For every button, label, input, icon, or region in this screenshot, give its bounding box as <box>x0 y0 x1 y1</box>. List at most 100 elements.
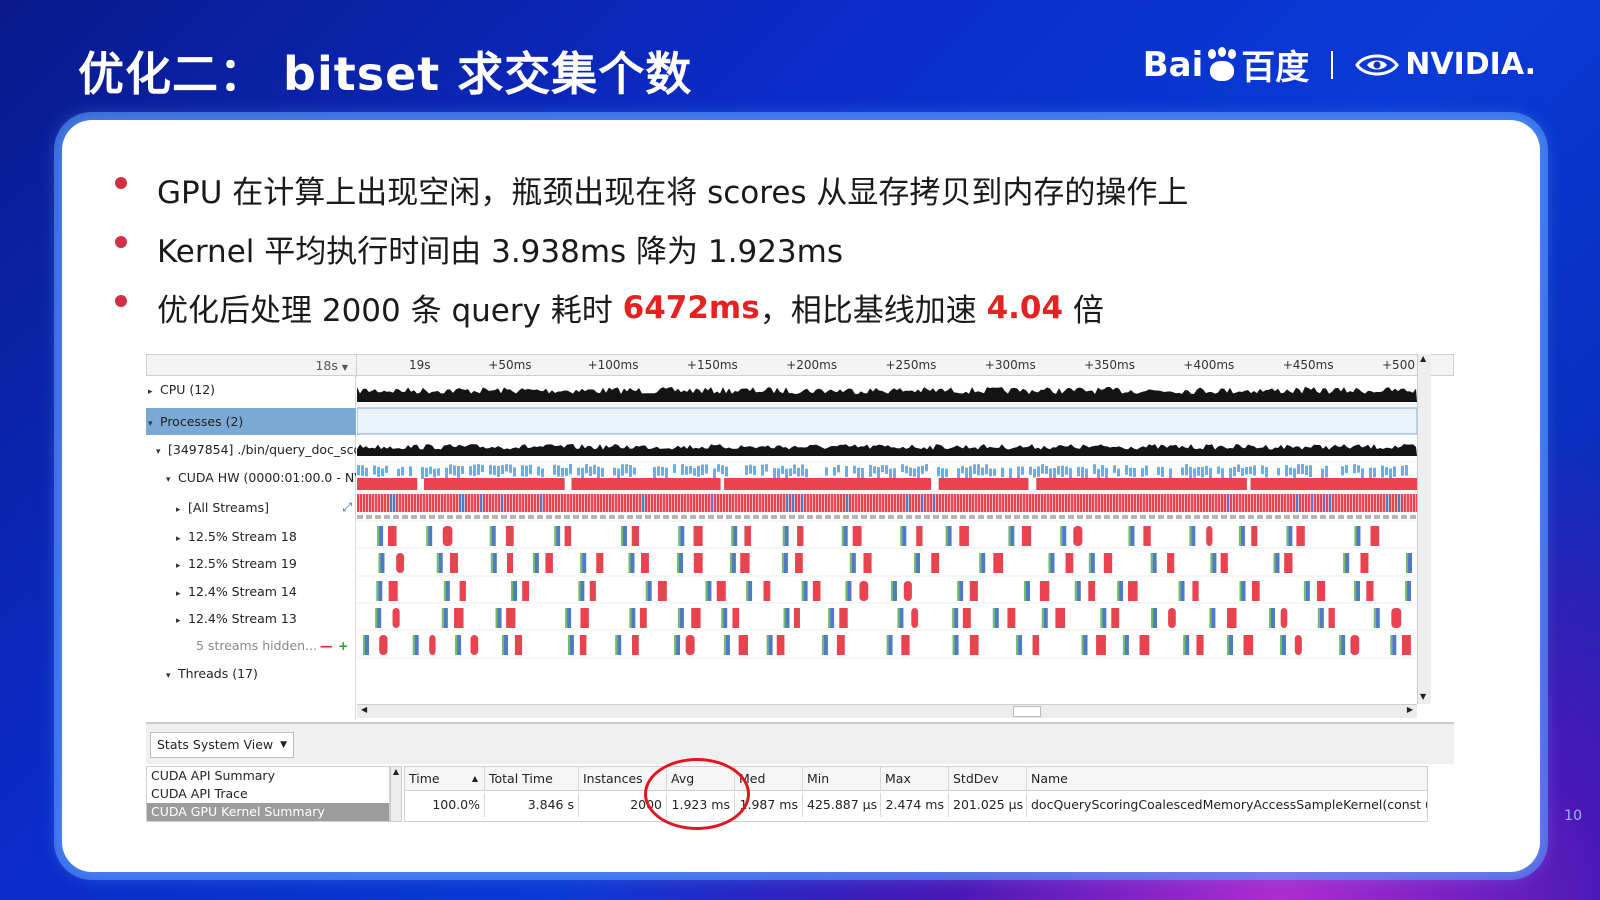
all-streams-memops <box>1410 515 1416 519</box>
cuda-hw-activity <box>825 467 828 476</box>
bullet-highlight-speedup: 4.04 <box>986 289 1064 326</box>
cuda-hw-activity <box>1045 465 1048 474</box>
stream-memcpy <box>888 635 893 655</box>
all-streams-kernel <box>1011 494 1014 512</box>
scroll-left-icon[interactable]: ◀ <box>361 705 367 714</box>
row-threads[interactable]: ▾ Threads (17) <box>146 660 356 687</box>
cuda-hw-activity <box>893 468 896 479</box>
row-all-streams[interactable]: ▸ [All Streams] ⤢ <box>146 494 356 521</box>
report-item[interactable]: CUDA API Summary <box>147 767 389 785</box>
report-list[interactable]: CUDA API Summary CUDA API Trace CUDA GPU… <box>146 766 390 822</box>
timeline-canvas[interactable] <box>357 376 1417 720</box>
all-streams-memops <box>690 515 696 519</box>
timeline-tracks[interactable] <box>357 376 1417 704</box>
stream-kernel <box>1168 608 1176 628</box>
row-cuda-hw[interactable]: ▾ CUDA HW (0000:01:00.0 - NVI <box>146 464 356 491</box>
timeline-ruler[interactable]: 18s ▼ 19s +50ms +100ms +150ms +200ms +250ms +3… <box>146 354 1454 377</box>
stream-sync-mark <box>782 526 785 546</box>
stream-sync-mark <box>580 553 583 573</box>
stream-memcpy <box>582 553 587 573</box>
all-streams-memops <box>1221 515 1227 519</box>
stream-memcpy <box>947 526 952 546</box>
cuda-hw-activity <box>361 465 364 476</box>
all-streams-kernel <box>1161 494 1164 512</box>
all-streams-memops <box>699 515 705 519</box>
col-time[interactable]: Time ▲ <box>405 767 485 791</box>
stats-view-select[interactable]: Stats System View ▼ <box>150 732 294 758</box>
scroll-up-icon[interactable]: ▲ <box>1420 354 1426 363</box>
stream-sync-mark <box>378 553 381 573</box>
cuda-hw-activity <box>1209 468 1212 480</box>
stream-sync-mark <box>1183 635 1186 655</box>
row-stream-19[interactable]: ▸ 12.5% Stream 19 <box>146 550 356 577</box>
cuda-hw-activity <box>925 464 928 472</box>
expand-icon[interactable]: ⤢ <box>342 494 352 521</box>
cuda-hw-activity <box>1309 465 1312 478</box>
all-streams-kernel <box>1038 494 1041 512</box>
scroll-up-icon[interactable]: ▲ <box>391 767 401 776</box>
all-streams-memops <box>681 515 687 519</box>
all-streams-kernel <box>519 494 522 512</box>
stream-memcpy <box>707 581 712 601</box>
all-streams-kernel <box>1341 494 1344 512</box>
stream-sync-mark <box>1343 553 1346 573</box>
row-stream-13[interactable]: ▸ 12.4% Stream 13 <box>146 605 356 632</box>
all-streams-kernel <box>600 494 603 512</box>
zoom-level[interactable]: 18s ▼ <box>147 355 357 377</box>
ruler-tick-label: 19s <box>409 358 431 372</box>
stream-kernel <box>1243 635 1254 655</box>
all-streams-kernel <box>498 494 501 512</box>
report-list-scrollbar[interactable]: ▲ <box>390 766 402 822</box>
stream-memcpy <box>830 608 835 628</box>
vertical-scrollbar[interactable]: ▲ ▼ <box>1417 354 1431 704</box>
stream-memcpy <box>899 608 904 628</box>
all-streams-memops <box>1158 515 1164 519</box>
all-streams-kernel <box>1245 494 1248 512</box>
stream-memcpy <box>378 581 383 601</box>
all-streams-kernel <box>1146 494 1149 512</box>
stream-kernel <box>459 581 466 601</box>
row-cpu[interactable]: ▸ CPU (12) <box>146 376 356 403</box>
all-streams-memops <box>834 515 840 519</box>
scroll-right-icon[interactable]: ▶ <box>1407 705 1413 714</box>
row-stream-18[interactable]: ▸ 12.5% Stream 18 <box>146 523 356 550</box>
all-streams-kernel <box>357 494 360 512</box>
report-item[interactable]: CUDA API Trace <box>147 785 389 803</box>
stream-kernel <box>693 553 703 573</box>
row-stream-14[interactable]: ▸ 12.4% Stream 14 <box>146 578 356 605</box>
expand-plus-icon[interactable]: + <box>338 632 348 659</box>
baidu-logo-text-right: 百度 <box>1241 48 1310 88</box>
col-name[interactable]: Name <box>1027 767 1427 791</box>
col-min[interactable]: Min <box>803 767 881 791</box>
cuda-hw-activity <box>565 468 568 476</box>
cuda-hw-activity <box>1385 467 1388 476</box>
col-max[interactable]: Max <box>881 767 949 791</box>
collapse-minus-icon[interactable]: — <box>320 632 333 659</box>
stream-kernel <box>1401 635 1411 655</box>
col-stddev[interactable]: StdDev <box>949 767 1027 791</box>
row-process[interactable]: ▾ [3497854] ./bin/query_doc_sco <box>146 436 356 463</box>
scroll-down-icon[interactable]: ▼ <box>1420 692 1426 701</box>
stream-kernel <box>1360 553 1369 573</box>
stream-memcpy <box>631 608 636 628</box>
col-total-time[interactable]: Total Time <box>485 767 579 791</box>
cuda-hw-activity <box>853 465 856 474</box>
cuda-hw-activity <box>805 468 808 478</box>
stream-kernel <box>852 526 862 546</box>
stream-memcpy <box>916 553 921 573</box>
report-item-selected[interactable]: CUDA GPU Kernel Summary <box>147 803 389 821</box>
scroll-thumb[interactable] <box>1013 706 1041 717</box>
all-streams-kernel <box>780 494 783 512</box>
all-streams-kernel <box>906 494 909 512</box>
row-processes[interactable]: ▾ Processes (2) <box>146 408 356 435</box>
stream-kernel <box>993 553 1004 573</box>
all-streams-kernel <box>597 494 600 512</box>
all-streams-kernel <box>1317 494 1320 512</box>
horizontal-scrollbar[interactable]: ◀ ▶ <box>357 704 1417 718</box>
stream-kernel <box>387 526 397 546</box>
cuda-hw-activity <box>381 468 384 477</box>
all-streams-kernel <box>1122 494 1125 512</box>
all-streams-kernel <box>1023 494 1026 512</box>
all-streams-kernel <box>1014 494 1017 512</box>
all-streams-kernel <box>717 494 720 512</box>
